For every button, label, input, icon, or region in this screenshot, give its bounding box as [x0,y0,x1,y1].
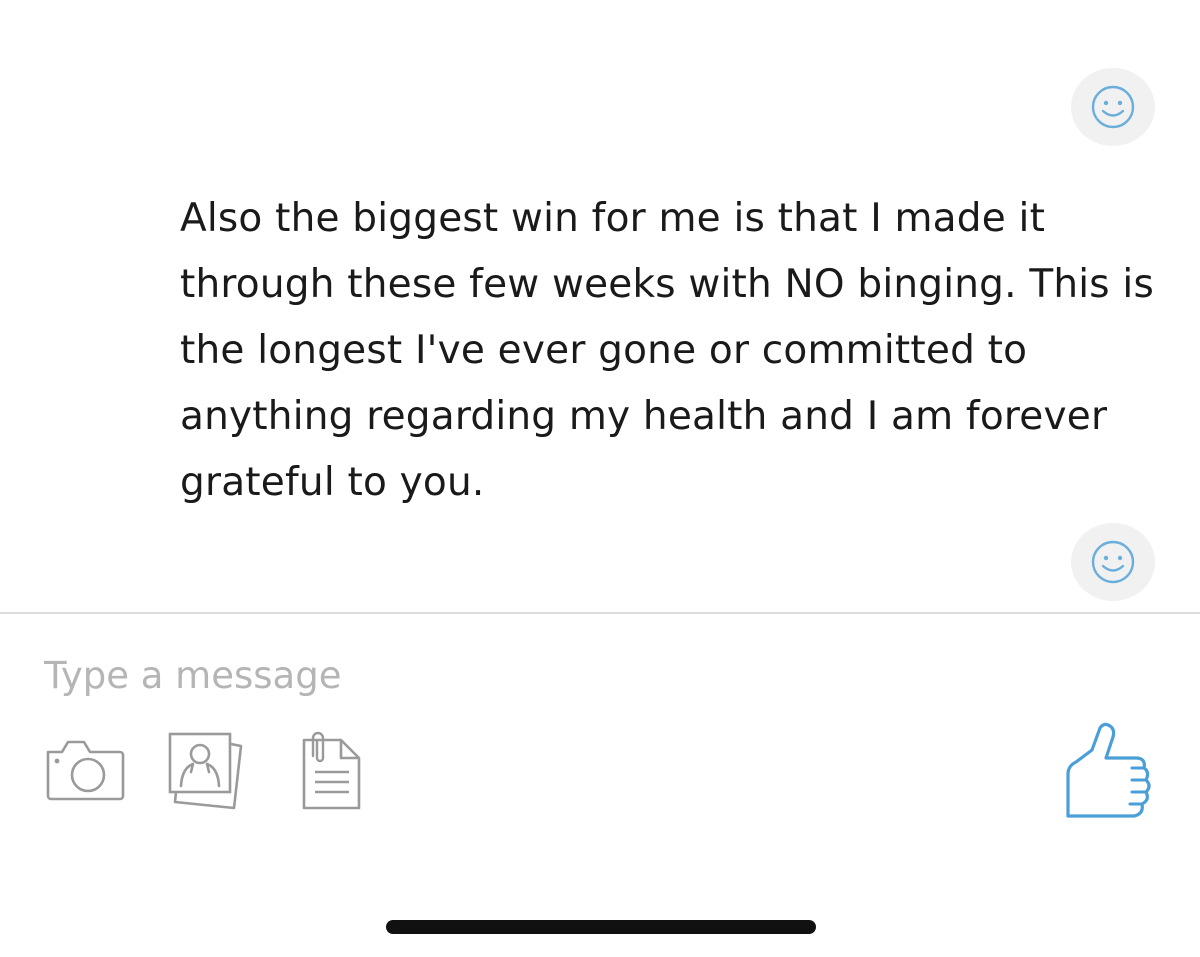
photo-icon [168,732,243,810]
smiley-icon [1091,85,1135,129]
thumbs-up-icon [1066,722,1151,818]
message-bubble-text: Also the biggest win for me is that I ma… [180,196,1154,505]
document-icon [302,731,361,810]
attach-document-button[interactable] [301,730,363,816]
add-reaction-button-top[interactable] [1071,68,1155,146]
add-reaction-button-bottom[interactable] [1071,523,1155,601]
camera-button[interactable] [44,738,126,806]
composer-divider [0,612,1200,614]
photo-library-button[interactable] [165,730,247,816]
send-like-button[interactable] [1062,720,1154,824]
message-input[interactable] [44,645,944,705]
smiley-icon [1091,540,1135,584]
home-indicator[interactable] [386,920,816,934]
camera-icon [46,740,125,801]
